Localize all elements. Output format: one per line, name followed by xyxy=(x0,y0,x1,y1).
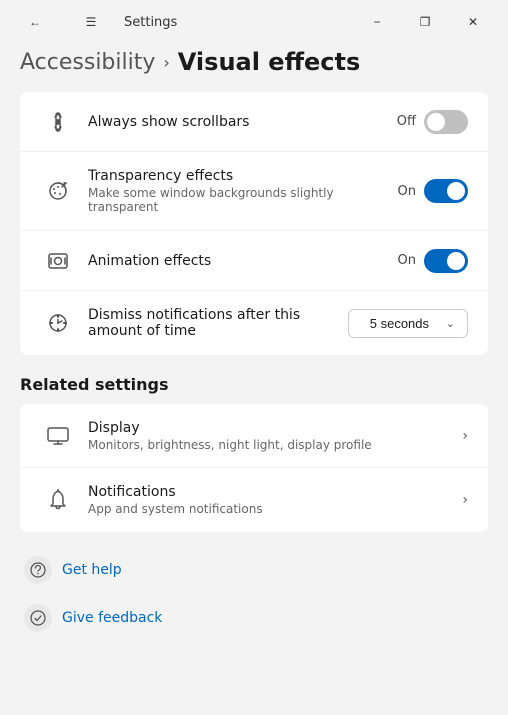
main-content: Always show scrollbars Off xyxy=(0,92,508,715)
scrollbars-status: Off xyxy=(397,114,416,129)
seconds-dropdown[interactable]: 5 seconds ⌄ xyxy=(348,309,468,338)
footer-links: Get help Give feedback xyxy=(20,548,488,656)
animation-row: Animation effects On xyxy=(20,231,488,291)
transparency-status: On xyxy=(398,184,416,199)
notifications-row[interactable]: Notifications App and system notificatio… xyxy=(20,468,488,532)
hamburger-icon: ☰ xyxy=(86,15,97,29)
scrollbars-toggle[interactable] xyxy=(424,110,468,134)
hamburger-button[interactable]: ☰ xyxy=(68,8,114,36)
get-help-link[interactable]: Get help xyxy=(20,548,488,592)
get-help-label: Get help xyxy=(62,562,122,578)
related-settings-card: Display Monitors, brightness, night ligh… xyxy=(20,404,488,532)
page-title: Visual effects xyxy=(178,48,361,76)
transparency-toggle[interactable] xyxy=(424,179,468,203)
titlebar-controls: − ❐ ✕ xyxy=(354,8,496,36)
settings-card: Always show scrollbars Off xyxy=(20,92,488,355)
transparency-toggle-thumb xyxy=(447,182,465,200)
titlebar: ← ☰ Settings − ❐ ✕ xyxy=(0,0,508,40)
display-chevron-icon: › xyxy=(462,428,468,444)
scrollbars-text: Always show scrollbars xyxy=(76,114,397,130)
maximize-button[interactable]: ❐ xyxy=(402,8,448,36)
scrollbars-label: Always show scrollbars xyxy=(88,114,385,130)
animation-status: On xyxy=(398,253,416,268)
notifications-label: Notifications xyxy=(88,484,450,500)
back-icon: ← xyxy=(29,15,41,29)
titlebar-left: ← ☰ Settings xyxy=(12,8,177,36)
bell-icon xyxy=(40,489,76,511)
notifications-chevron-icon: › xyxy=(462,492,468,508)
notifications-dismiss-label: Dismiss notifications after this amount … xyxy=(88,307,336,339)
related-settings-heading: Related settings xyxy=(20,375,488,394)
animation-text: Animation effects xyxy=(76,253,398,269)
animation-control: On xyxy=(398,249,468,273)
breadcrumb-parent[interactable]: Accessibility xyxy=(20,50,155,75)
transparency-control: On xyxy=(398,179,468,203)
transparency-icon xyxy=(40,180,76,202)
display-sublabel: Monitors, brightness, night light, displ… xyxy=(88,438,450,452)
give-feedback-link[interactable]: Give feedback xyxy=(20,596,488,640)
transparency-sublabel: Make some window backgrounds slightly tr… xyxy=(88,186,386,214)
notifications-dismiss-icon xyxy=(40,312,76,334)
display-row[interactable]: Display Monitors, brightness, night ligh… xyxy=(20,404,488,468)
animation-label: Animation effects xyxy=(88,253,386,269)
breadcrumb-separator: › xyxy=(163,53,169,72)
display-text: Display Monitors, brightness, night ligh… xyxy=(76,420,462,452)
animation-icon xyxy=(40,250,76,272)
notifications-dismiss-control: 5 seconds ⌄ xyxy=(348,309,468,338)
close-button[interactable]: ✕ xyxy=(450,8,496,36)
transparency-text: Transparency effects Make some window ba… xyxy=(76,168,398,214)
animation-toggle-thumb xyxy=(447,252,465,270)
give-feedback-label: Give feedback xyxy=(62,610,162,626)
scrollbars-row: Always show scrollbars Off xyxy=(20,92,488,152)
dropdown-value: 5 seconds xyxy=(361,316,438,331)
scrollbars-toggle-thumb xyxy=(427,113,445,131)
scrollbars-control: Off xyxy=(397,110,468,134)
chevron-down-icon: ⌄ xyxy=(446,317,455,330)
notifications-sublabel: App and system notifications xyxy=(88,502,450,516)
back-button[interactable]: ← xyxy=(12,8,58,36)
help-icon xyxy=(24,556,52,584)
transparency-row: Transparency effects Make some window ba… xyxy=(20,152,488,231)
notifications-dismiss-row: Dismiss notifications after this amount … xyxy=(20,291,488,355)
feedback-icon xyxy=(24,604,52,632)
minimize-button[interactable]: − xyxy=(354,8,400,36)
scrollbar-icon xyxy=(40,111,76,133)
transparency-label: Transparency effects xyxy=(88,168,386,184)
display-label: Display xyxy=(88,420,450,436)
animation-toggle[interactable] xyxy=(424,249,468,273)
titlebar-title: Settings xyxy=(124,15,177,30)
breadcrumb: Accessibility › Visual effects xyxy=(0,40,508,92)
notifications-text: Notifications App and system notificatio… xyxy=(76,484,462,516)
display-icon xyxy=(40,427,76,445)
notifications-dismiss-text: Dismiss notifications after this amount … xyxy=(76,307,348,339)
